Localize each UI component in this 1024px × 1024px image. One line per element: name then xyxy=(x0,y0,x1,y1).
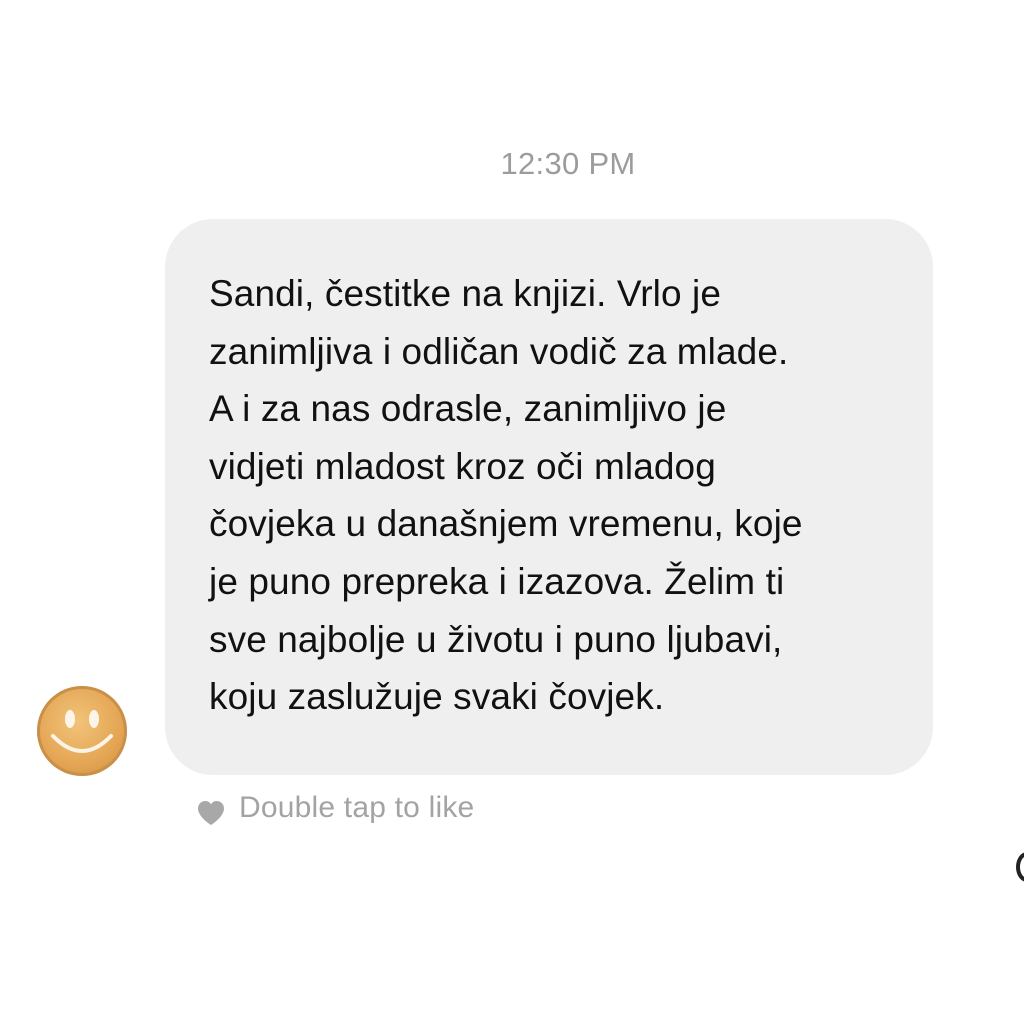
heart-icon xyxy=(198,801,224,825)
message-text: Sandi, čestitke na knjizi. Vrlo je zanim… xyxy=(209,273,803,718)
smiley-face-icon xyxy=(51,710,113,753)
message-timestamp: 12:30 PM xyxy=(500,146,636,181)
sender-avatar[interactable] xyxy=(37,686,127,776)
message-row: Sandi, čestitke na knjizi. Vrlo je zanim… xyxy=(0,219,1024,779)
partial-edge-icon xyxy=(1016,852,1024,882)
double-tap-like-hint: Double tap to like xyxy=(196,786,474,830)
message-bubble[interactable]: Sandi, čestitke na knjizi. Vrlo je zanim… xyxy=(165,219,933,775)
double-tap-like-label: Double tap to like xyxy=(239,791,475,824)
